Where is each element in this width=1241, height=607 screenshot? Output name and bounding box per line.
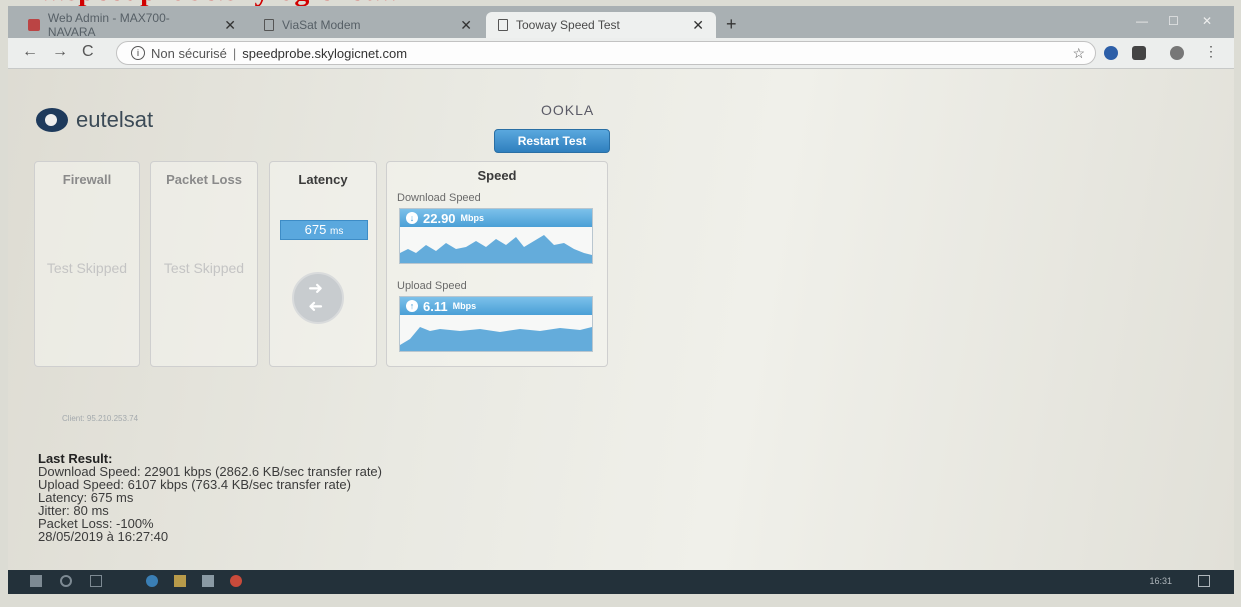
upload-speed-box: ↑ 6.11 Mbps bbox=[399, 296, 593, 352]
notifications-icon[interactable] bbox=[1198, 575, 1210, 587]
extension-opera-icon[interactable] bbox=[1104, 46, 1118, 60]
firewall-panel: Firewall Test Skipped bbox=[34, 161, 140, 367]
upload-speed-value: 6.11 bbox=[423, 298, 448, 314]
minimize-icon[interactable]: — bbox=[1136, 14, 1148, 28]
upload-speed-label: Upload Speed bbox=[397, 280, 467, 292]
windows-taskbar: 16:31 bbox=[8, 570, 1234, 594]
close-icon[interactable]: ✕ bbox=[224, 17, 236, 34]
file-explorer-icon[interactable] bbox=[174, 575, 186, 587]
speed-panel: Speed Download Speed ↓ 22.90 Mbps Upload… bbox=[386, 161, 608, 367]
opera-icon[interactable] bbox=[230, 575, 242, 587]
panel-title: Packet Loss bbox=[166, 172, 242, 187]
close-icon[interactable]: ✕ bbox=[692, 17, 704, 34]
firewall-status: Test Skipped bbox=[46, 260, 128, 276]
url-input[interactable]: i Non sécurisé | speedprobe.skylogicnet.… bbox=[116, 41, 1096, 65]
ookla-logo: OOKLA bbox=[541, 102, 595, 118]
download-speed-label: Download Speed bbox=[397, 192, 481, 204]
latency-arrows-icon: ➜ ➜ bbox=[292, 272, 344, 324]
tab-tooway-speed-test[interactable]: Tooway Speed Test ✕ bbox=[486, 12, 716, 38]
tab-label: Web Admin - MAX700-NAVARA bbox=[47, 11, 170, 39]
separator: | bbox=[232, 45, 237, 61]
latency-value: 675 bbox=[304, 222, 327, 237]
latency-value-badge: 675 ms bbox=[280, 220, 368, 240]
download-arrow-icon: ↓ bbox=[406, 212, 418, 224]
clock[interactable]: 16:31 bbox=[1149, 576, 1172, 586]
document-icon bbox=[264, 19, 274, 31]
latency-unit: ms bbox=[329, 226, 344, 237]
menu-dots-icon[interactable]: ⋮ bbox=[1204, 43, 1218, 60]
info-icon[interactable]: i bbox=[131, 46, 145, 60]
address-bar: ← → C i Non sécurisé | speedprobe.skylog… bbox=[8, 38, 1234, 69]
extension-icon[interactable] bbox=[1132, 46, 1146, 60]
mail-icon[interactable] bbox=[202, 575, 214, 587]
restart-test-button[interactable]: Restart Test bbox=[494, 129, 610, 153]
last-result: Last Result: Download Speed: 22901 kbps … bbox=[38, 452, 382, 543]
download-speed-box: ↓ 22.90 Mbps bbox=[399, 208, 593, 264]
last-result-timestamp: 28/05/2019 à 16:27:40 bbox=[38, 529, 169, 544]
tab-label: ViaSat Modem bbox=[282, 18, 361, 32]
maximize-icon[interactable]: ☐ bbox=[1168, 14, 1179, 28]
document-icon bbox=[498, 19, 508, 31]
start-icon[interactable] bbox=[30, 575, 42, 587]
search-icon[interactable] bbox=[60, 575, 72, 587]
task-view-icon[interactable] bbox=[90, 575, 102, 587]
upload-speed-graph bbox=[400, 327, 592, 351]
latency-panel: Latency 675 ms ➜ ➜ bbox=[269, 161, 377, 367]
eutelsat-logo: eutelsat bbox=[36, 107, 153, 133]
edge-icon[interactable] bbox=[146, 575, 158, 587]
back-icon[interactable]: ← bbox=[22, 43, 38, 61]
brand-name: eutelsat bbox=[76, 107, 154, 132]
security-label: Non sécurisé bbox=[151, 45, 227, 61]
packet-loss-panel: Packet Loss Test Skipped bbox=[150, 161, 258, 367]
download-speed-value: 22.90 bbox=[423, 210, 456, 226]
panel-title: Latency bbox=[298, 172, 348, 187]
tab-web-admin[interactable]: Web Admin - MAX700-NAVARA ✕ bbox=[16, 11, 248, 39]
close-icon[interactable]: ✕ bbox=[460, 17, 472, 34]
tab-label: Tooway Speed Test bbox=[516, 18, 620, 32]
upload-speed-unit: Mbps bbox=[452, 301, 477, 311]
url-text: speedprobe.skylogicnet.com bbox=[242, 45, 408, 61]
download-speed-bar: ↓ 22.90 Mbps bbox=[400, 209, 592, 227]
bookmark-star-icon[interactable]: ☆ bbox=[1072, 45, 1085, 62]
download-speed-graph bbox=[400, 235, 592, 263]
upload-speed-bar: ↑ 6.11 Mbps bbox=[400, 297, 592, 315]
packet-loss-status: Test Skipped bbox=[163, 260, 245, 276]
new-tab-button[interactable]: + bbox=[726, 14, 737, 35]
panel-title: Firewall bbox=[62, 172, 112, 187]
profile-avatar-icon[interactable] bbox=[1170, 46, 1184, 60]
web-admin-favicon-icon bbox=[28, 19, 40, 31]
window-close-icon[interactable]: ✕ bbox=[1202, 14, 1212, 28]
forward-icon[interactable]: → bbox=[52, 43, 68, 61]
client-ip: Client: 95.210.253.74 bbox=[62, 414, 139, 423]
speedtest-page: eutelsat OOKLA Restart Test Firewall Tes… bbox=[8, 69, 1234, 572]
tab-viasat-modem[interactable]: ViaSat Modem ✕ bbox=[252, 12, 484, 38]
tab-bar: Web Admin - MAX700-NAVARA ✕ ViaSat Modem… bbox=[8, 6, 1234, 39]
upload-arrow-icon: ↑ bbox=[406, 300, 418, 312]
download-speed-unit: Mbps bbox=[460, 213, 485, 223]
panel-title: Speed bbox=[477, 168, 517, 183]
eutelsat-logo-icon bbox=[36, 108, 68, 132]
reload-icon[interactable]: C bbox=[82, 43, 94, 61]
